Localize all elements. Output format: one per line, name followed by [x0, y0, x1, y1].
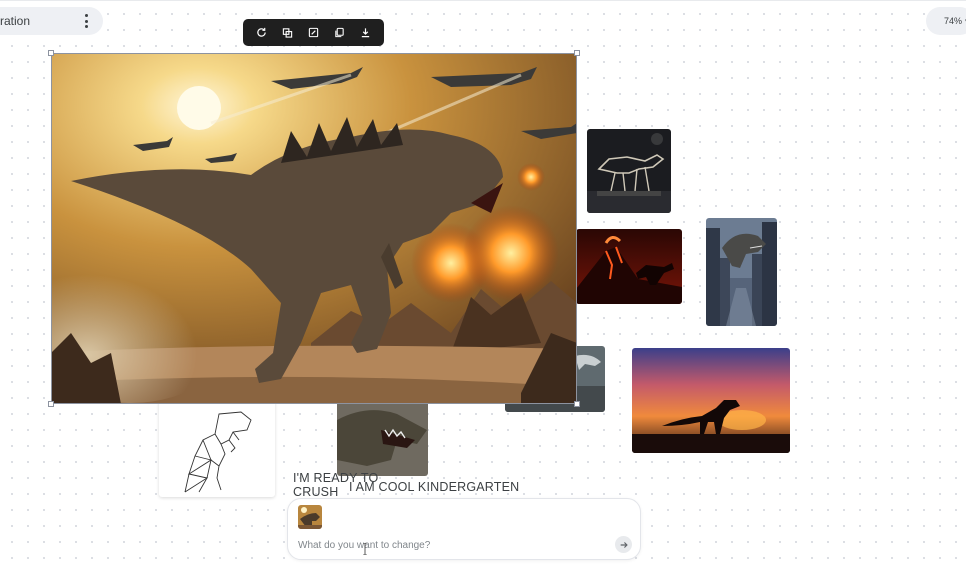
- image-card-sunset-dino[interactable]: [632, 348, 790, 453]
- resize-handle-bottom-right[interactable]: [574, 401, 580, 407]
- image-card-city-dino[interactable]: [706, 218, 777, 326]
- attached-image-thumbnail[interactable]: [298, 505, 322, 529]
- copy-button[interactable]: [330, 24, 348, 42]
- image-toolbar: [243, 19, 384, 46]
- roaring-dino-image: [337, 400, 428, 476]
- selection-frame: [48, 50, 580, 407]
- arrow-right-icon: [620, 541, 628, 548]
- variations-icon: [283, 28, 293, 38]
- image-card-dino-skeleton[interactable]: [587, 129, 671, 213]
- variations-button[interactable]: [279, 24, 297, 42]
- copy-icon: [335, 27, 344, 38]
- image-card-sketch[interactable]: [159, 400, 275, 497]
- more-options-icon[interactable]: [81, 14, 91, 28]
- prompt-input[interactable]: [298, 537, 598, 553]
- download-button[interactable]: [356, 24, 374, 42]
- top-divider: [0, 0, 966, 1]
- city-dino-image: [706, 218, 777, 326]
- zoom-control[interactable]: 74% ▾: [926, 7, 966, 35]
- resize-handle-top-right[interactable]: [574, 50, 580, 56]
- sunset-dino-image: [632, 348, 790, 453]
- resize-handle-bottom-left[interactable]: [48, 401, 54, 407]
- board-title[interactable]: ration: [0, 14, 30, 28]
- text-cursor-icon: [363, 543, 367, 555]
- regenerate-icon: [257, 27, 267, 37]
- sketch-dino-image: [184, 411, 252, 493]
- send-button[interactable]: [615, 536, 632, 553]
- download-icon: [361, 28, 369, 38]
- dino-skeleton-image: [587, 129, 671, 213]
- prompt-box: [287, 498, 641, 560]
- caption-kindergarten[interactable]: I AM COOL KINDERGARTEN: [349, 480, 519, 494]
- resize-handle-top-left[interactable]: [48, 50, 54, 56]
- thumbnail-trex-image: [298, 505, 322, 529]
- edit-icon: [308, 27, 319, 38]
- image-card-roaring-dino[interactable]: [337, 400, 428, 476]
- volcano-image: [576, 229, 682, 304]
- image-card-volcano[interactable]: [576, 229, 682, 304]
- board-title-pill[interactable]: ration: [0, 7, 103, 35]
- zoom-level: 74%: [944, 16, 963, 26]
- regenerate-button[interactable]: [253, 24, 271, 42]
- edit-button[interactable]: [304, 24, 322, 42]
